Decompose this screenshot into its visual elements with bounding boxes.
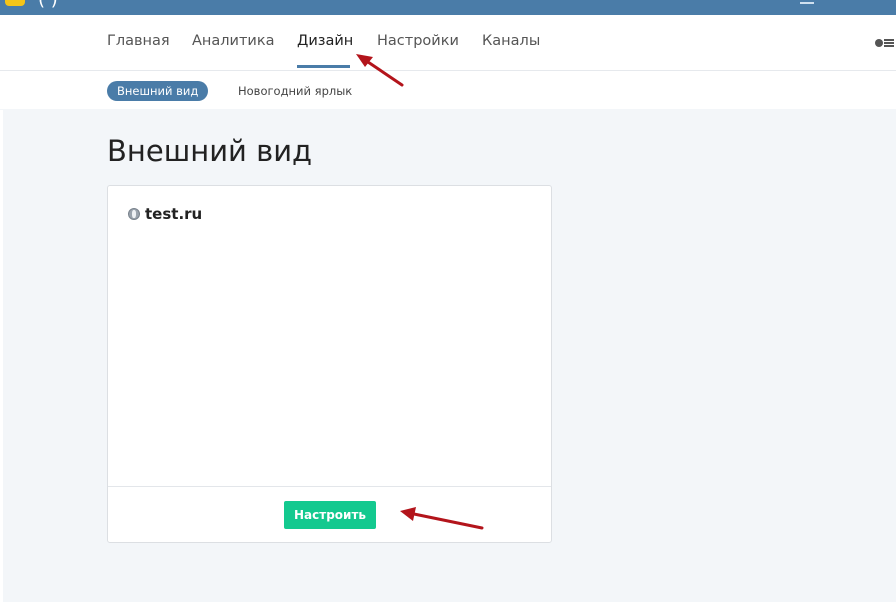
tab-home[interactable]: Главная xyxy=(107,33,170,49)
subnav-item-newyear-shortcut[interactable]: Новогодний ярлык xyxy=(238,84,352,98)
help-icon xyxy=(875,39,883,47)
menu-icon xyxy=(884,39,894,47)
sub-navigation: Внешний вид Новогодний ярлык xyxy=(0,71,896,109)
globe-icon xyxy=(128,208,140,220)
tab-design[interactable]: Дизайн xyxy=(297,33,353,49)
appearance-card: test.ru Настроить xyxy=(107,185,552,543)
tab-analytics[interactable]: Аналитика xyxy=(192,33,275,49)
page-title: Внешний вид xyxy=(107,134,313,168)
tab-channels[interactable]: Каналы xyxy=(482,33,540,49)
configure-button[interactable]: Настроить xyxy=(284,501,376,529)
corner-icons[interactable] xyxy=(875,38,894,49)
topbar-control-fragment xyxy=(800,0,814,4)
card-footer: Настроить xyxy=(108,486,551,543)
window-title-fragment: ( ) xyxy=(38,0,58,10)
site-label: test.ru xyxy=(128,205,202,223)
subnav-item-appearance[interactable]: Внешний вид xyxy=(107,81,209,101)
active-tab-indicator xyxy=(297,65,350,68)
app-icon xyxy=(5,0,25,6)
main-navigation: Главная Аналитика Дизайн Настройки Канал… xyxy=(0,15,896,71)
site-name: test.ru xyxy=(145,205,203,223)
tab-settings[interactable]: Настройки xyxy=(377,33,459,49)
window-topbar: ( ) xyxy=(0,0,896,15)
left-edge xyxy=(0,110,3,602)
